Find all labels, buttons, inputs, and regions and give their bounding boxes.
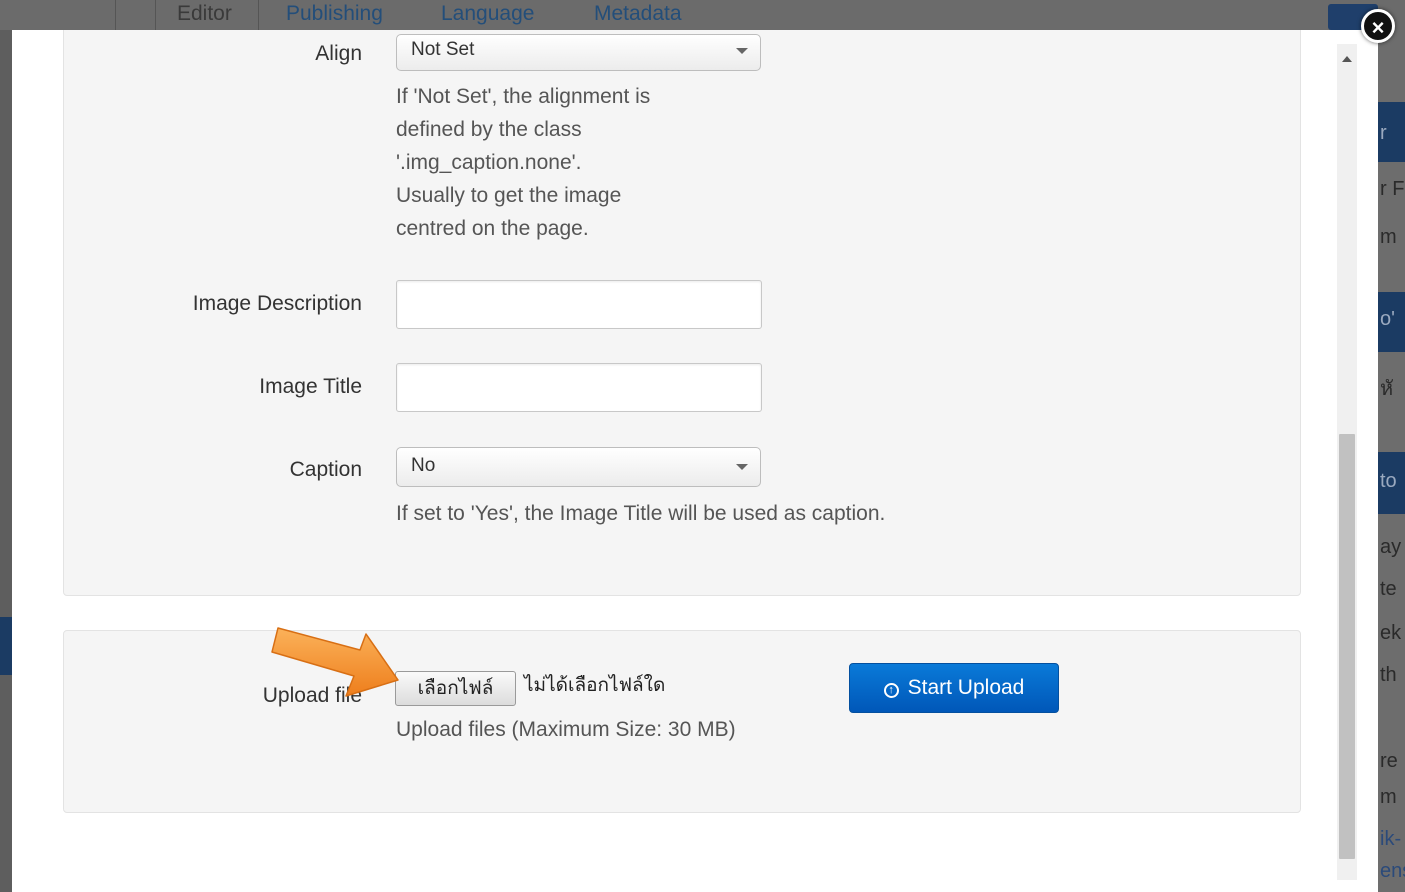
upload-circle-icon: ↑	[883, 683, 899, 698]
chevron-down-icon	[736, 464, 748, 470]
caption-select[interactable]: No	[396, 447, 761, 487]
background-fragment: ay	[1380, 536, 1402, 558]
start-upload-button[interactable]: ↑ Start Upload	[849, 663, 1059, 713]
background-sidebar-block	[0, 617, 12, 675]
background-fragment: r F	[1380, 178, 1405, 200]
background-fragment: r	[1380, 122, 1387, 144]
choose-file-button[interactable]: เลือกไฟล์	[395, 671, 516, 706]
align-help-line: '.img_caption.none'.	[396, 151, 582, 174]
align-help-line: centred on the page.	[396, 217, 589, 240]
tab-divider	[258, 0, 259, 30]
background-fragment: m	[1380, 226, 1397, 248]
start-upload-label: Start Upload	[907, 676, 1025, 699]
align-help-line: If 'Not Set', the alignment is	[396, 85, 651, 108]
background-tabbar: Editor Publishing Language Metadata	[0, 0, 1405, 30]
image-description-input[interactable]	[396, 280, 762, 329]
align-label: Align	[315, 42, 362, 65]
caption-help: If set to 'Yes', the Image Title will be…	[396, 502, 886, 525]
background-fragment: re	[1380, 750, 1398, 772]
background-fragment: หั	[1380, 378, 1394, 400]
annotation-arrow-icon	[271, 627, 399, 697]
image-title-label: Image Title	[259, 375, 362, 398]
caption-value: No	[411, 455, 436, 476]
image-upload-modal: Align Not Set If 'Not Set', the alignmen…	[12, 30, 1378, 892]
image-description-label: Image Description	[192, 292, 362, 315]
background-fragment: m	[1380, 786, 1397, 808]
no-file-selected-text: ไม่ได้เลือกไฟล์ใด	[524, 675, 666, 696]
upload-help: Upload files (Maximum Size: 30 MB)	[396, 718, 736, 741]
background-fragment: to	[1380, 470, 1397, 492]
tab-language: Language	[441, 2, 535, 25]
align-help-line: defined by the class	[396, 118, 582, 141]
caption-label: Caption	[289, 458, 362, 481]
image-title-input[interactable]	[396, 363, 762, 412]
background-fragment: ik-	[1380, 828, 1402, 850]
align-select[interactable]: Not Set	[396, 34, 761, 71]
background-fragment: o'	[1380, 308, 1395, 330]
scroll-up-icon[interactable]	[1342, 56, 1352, 62]
tab-divider	[155, 0, 156, 30]
tab-divider	[115, 0, 116, 30]
background-fragment: th	[1380, 664, 1397, 686]
align-value: Not Set	[411, 39, 475, 60]
tab-metadata: Metadata	[594, 2, 682, 25]
close-icon[interactable]: ×	[1361, 9, 1395, 43]
chevron-down-icon	[736, 48, 748, 54]
background-fragment: ens	[1380, 860, 1405, 882]
background-right-panel: r r F m o' หั to ay te ek th re m ik- en…	[1378, 30, 1405, 892]
modal-scrollbar[interactable]	[1337, 44, 1357, 880]
align-help-line: Usually to get the image	[396, 184, 622, 207]
tab-editor: Editor	[177, 2, 232, 25]
background-fragment: te	[1380, 578, 1397, 600]
scrollbar-thumb[interactable]	[1339, 434, 1355, 859]
background-fragment: ek	[1380, 622, 1402, 644]
tab-publishing: Publishing	[286, 2, 383, 25]
